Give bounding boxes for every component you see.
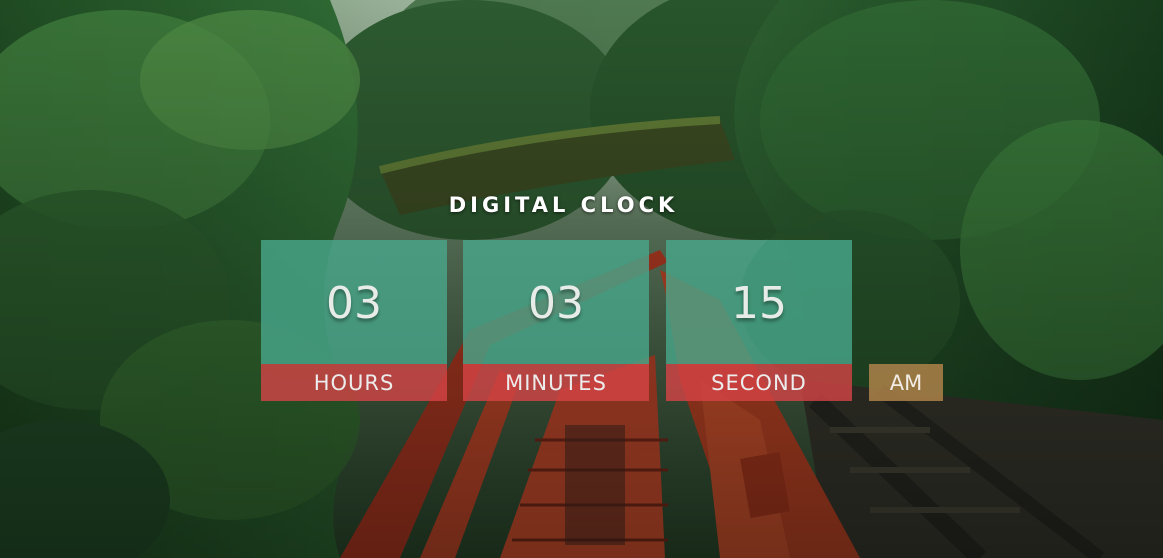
seconds-label: SECOND bbox=[666, 364, 852, 401]
minutes-block: 03 MINUTES bbox=[463, 240, 649, 401]
hours-value: 03 bbox=[261, 240, 447, 364]
minutes-value: 03 bbox=[463, 240, 649, 364]
clock-title: DIGITAL CLOCK bbox=[448, 193, 679, 217]
seconds-block: 15 SECOND bbox=[666, 240, 852, 401]
hours-block: 03 HOURS bbox=[261, 240, 447, 401]
hours-label: HOURS bbox=[261, 364, 447, 401]
seconds-value: 15 bbox=[666, 240, 852, 364]
clock-page: DIGITAL CLOCK 03 HOURS 03 MINUTES 15 SEC… bbox=[0, 0, 1163, 558]
am-pm-indicator: AM bbox=[869, 364, 943, 401]
minutes-label: MINUTES bbox=[463, 364, 649, 401]
